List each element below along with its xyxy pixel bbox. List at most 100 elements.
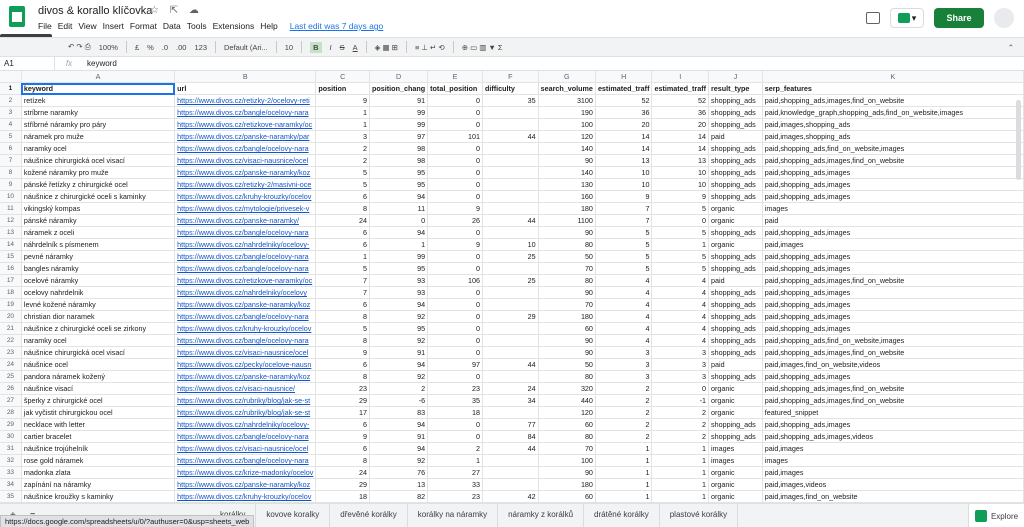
table-cell[interactable]: 80 [538, 274, 596, 288]
table-cell[interactable]: https://www.divos.cz/visaci-nausnice/oce… [174, 346, 317, 360]
row-header[interactable]: 27 [0, 394, 22, 408]
table-cell[interactable]: 76 [369, 466, 429, 480]
table-cell[interactable]: zapínání na náramky [21, 478, 176, 492]
table-cell[interactable]: https://www.divos.cz/bangle/ocelovy-nara [174, 262, 317, 276]
table-cell[interactable]: paid,shopping_ads,images,find_on_website [762, 346, 1024, 360]
table-cell[interactable]: 7 [595, 202, 653, 216]
table-cell[interactable]: 0 [369, 214, 429, 228]
table-cell[interactable] [482, 166, 539, 180]
table-cell[interactable]: paid,images,shopping_ads [762, 118, 1024, 132]
table-cell[interactable]: paid,shopping_ads,images [762, 226, 1024, 240]
table-cell[interactable]: https://www.divos.cz/retizky-2/ocelovy-r… [174, 94, 317, 108]
row-header[interactable]: 32 [0, 454, 22, 468]
table-cell[interactable]: https://www.divos.cz/panske-naramky/ [174, 214, 317, 228]
table-cell[interactable]: shopping_ads [708, 370, 763, 384]
table-cell[interactable]: cartier bracelet [21, 430, 176, 444]
table-cell[interactable]: paid,images,shopping_ads [762, 130, 1024, 144]
table-cell[interactable]: paid,shopping_ads,images,videos [762, 430, 1024, 444]
table-cell[interactable]: 2 [595, 394, 653, 408]
table-cell[interactable]: shopping_ads [708, 298, 763, 312]
row-header[interactable]: 9 [0, 178, 22, 192]
table-cell[interactable]: 5 [651, 262, 709, 276]
table-cell[interactable]: 90 [538, 226, 596, 240]
table-cell[interactable]: 10 [482, 238, 539, 252]
table-cell[interactable]: 6 [315, 442, 371, 456]
table-cell[interactable]: 94 [369, 190, 429, 204]
table-cell[interactable]: 50 [538, 358, 596, 372]
table-cell[interactable]: https://www.divos.cz/panske-naramky/koz [174, 166, 317, 180]
row-header[interactable]: 26 [0, 382, 22, 396]
document-title[interactable]: divos & korallo klíčovka [38, 5, 152, 17]
menu-extensions[interactable]: Extensions [213, 21, 255, 31]
table-cell[interactable]: 10 [595, 178, 653, 192]
currency-button[interactable]: £ [135, 43, 139, 52]
table-cell[interactable]: kožené náramky pro muže [21, 166, 176, 180]
table-cell[interactable]: paid,shopping_ads,images [762, 190, 1024, 204]
table-cell[interactable]: náušnice chirurgická ocel visací [21, 154, 176, 168]
table-cell[interactable]: organic [708, 238, 763, 252]
table-cell[interactable]: https://www.divos.cz/panske-naramky/koz [174, 298, 317, 312]
table-cell[interactable]: 4 [651, 322, 709, 336]
link-comment-chart-filter-function-icons[interactable]: ⊕ ▭ ▥ ▼ Σ [462, 43, 503, 52]
table-cell[interactable]: 5 [315, 262, 371, 276]
table-cell[interactable]: 4 [595, 334, 653, 348]
table-cell[interactable] [482, 322, 539, 336]
table-cell[interactable]: paid,shopping_ads,images,find_on_website [762, 382, 1024, 396]
table-cell[interactable]: 6 [315, 190, 371, 204]
table-cell[interactable]: 0 [427, 346, 483, 360]
table-cell[interactable]: 100 [538, 118, 596, 132]
table-cell[interactable]: 91 [369, 346, 429, 360]
header-cell[interactable]: result_type [708, 82, 763, 96]
table-cell[interactable]: 24 [482, 382, 539, 396]
table-cell[interactable]: 0 [427, 226, 483, 240]
table-cell[interactable]: 1100 [538, 214, 596, 228]
row-header[interactable]: 21 [0, 322, 22, 336]
table-cell[interactable]: 2 [651, 430, 709, 444]
last-edit-link[interactable]: Last edit was 7 days ago [290, 21, 384, 31]
sheet-tab[interactable]: korálky na náramky [408, 504, 499, 527]
table-cell[interactable]: naramky ocel [21, 334, 176, 348]
row-header[interactable]: 13 [0, 226, 22, 240]
table-cell[interactable]: 91 [369, 430, 429, 444]
table-cell[interactable]: 34 [482, 394, 539, 408]
table-cell[interactable]: shopping_ads [708, 106, 763, 120]
table-cell[interactable]: 70 [538, 262, 596, 276]
table-cell[interactable]: 1 [315, 106, 371, 120]
sheet-tab[interactable]: plastové korálky [660, 504, 739, 527]
table-cell[interactable]: paid,shopping_ads,images,find_on_website [762, 274, 1024, 288]
table-cell[interactable]: 2 [315, 154, 371, 168]
table-cell[interactable]: https://www.divos.cz/kruhy-krouzky/ocelo… [174, 190, 317, 204]
row-header[interactable]: 30 [0, 430, 22, 444]
table-cell[interactable]: shopping_ads [708, 418, 763, 432]
table-cell[interactable]: vikingský kompas [21, 202, 176, 216]
table-cell[interactable]: 8 [315, 454, 371, 468]
table-cell[interactable]: https://www.divos.cz/rubriky/blog/jak-se… [174, 406, 317, 420]
table-cell[interactable]: levné kožené náramky [21, 298, 176, 312]
table-cell[interactable]: 9 [315, 430, 371, 444]
table-cell[interactable]: paid,shopping_ads,images [762, 178, 1024, 192]
table-cell[interactable]: 0 [427, 286, 483, 300]
table-cell[interactable]: 0 [427, 262, 483, 276]
table-cell[interactable]: https://www.divos.cz/retizky-2/masivni-o… [174, 178, 317, 192]
row-header[interactable]: 25 [0, 370, 22, 384]
table-cell[interactable]: 90 [538, 286, 596, 300]
table-cell[interactable]: 5 [651, 226, 709, 240]
table-cell[interactable]: https://www.divos.cz/nahrdelniky/ocelovy… [174, 418, 317, 432]
table-cell[interactable]: shopping_ads [708, 154, 763, 168]
table-cell[interactable]: https://www.divos.cz/krize-madonky/ocelo… [174, 466, 317, 480]
row-header[interactable]: 28 [0, 406, 22, 420]
table-cell[interactable]: 180 [538, 478, 596, 492]
table-cell[interactable]: 80 [538, 238, 596, 252]
table-cell[interactable]: shopping_ads [708, 430, 763, 444]
menu-help[interactable]: Help [260, 21, 277, 31]
header-cell[interactable]: url [174, 82, 317, 96]
table-cell[interactable]: 44 [482, 442, 539, 456]
row-header[interactable]: 14 [0, 238, 22, 252]
row-header[interactable]: 7 [0, 154, 22, 168]
table-cell[interactable]: 0 [427, 322, 483, 336]
table-cell[interactable]: 3 [595, 358, 653, 372]
table-cell[interactable]: 14 [595, 130, 653, 144]
column-header[interactable]: B [174, 71, 317, 84]
table-cell[interactable]: 10 [651, 166, 709, 180]
table-cell[interactable]: ocelové náramky [21, 274, 176, 288]
